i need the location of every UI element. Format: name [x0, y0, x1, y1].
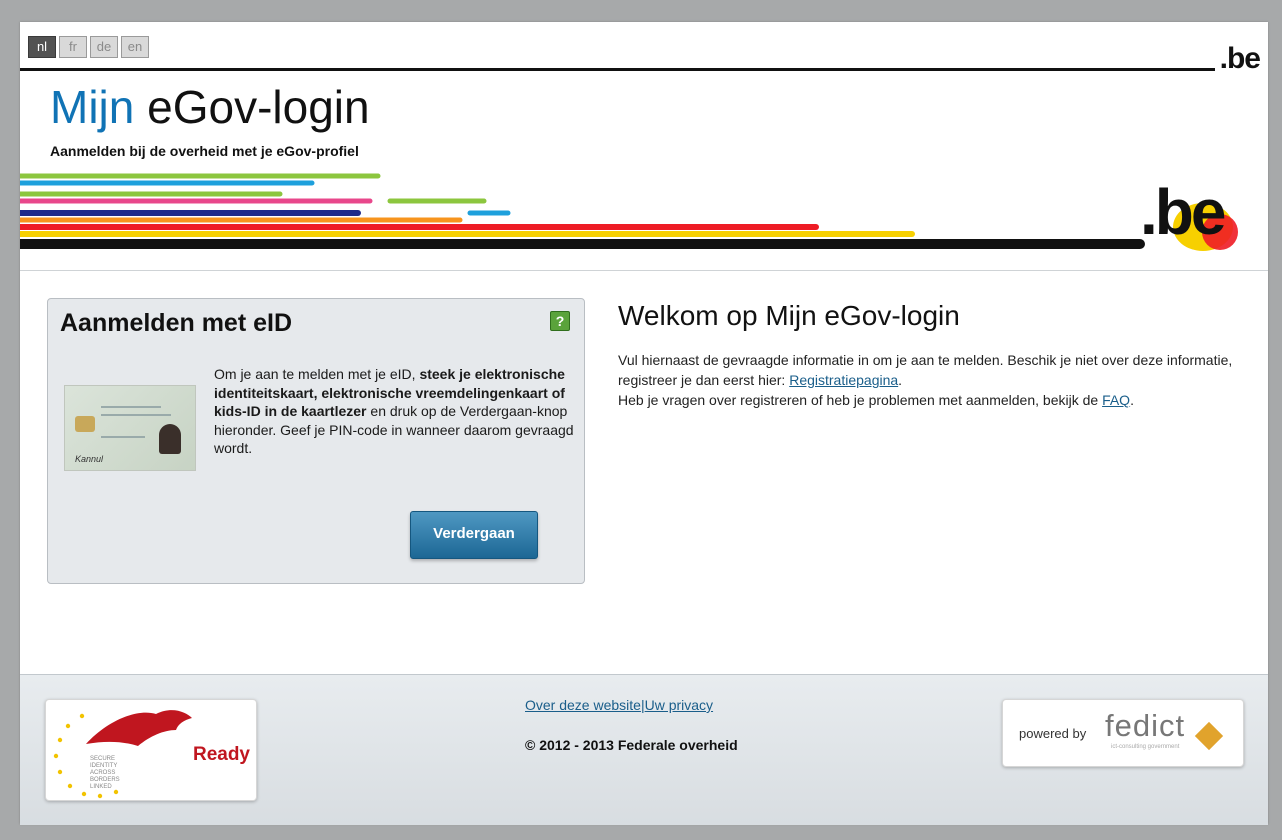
fedict-logo: powered by fedict ict-consulting governm… [1002, 699, 1244, 767]
powered-by-label: powered by [1019, 726, 1087, 741]
welcome-section: Welkom op Mijn eGov-login Vul hiernaast … [618, 300, 1246, 410]
eid-panel-title: Aanmelden met eID [60, 309, 293, 337]
continue-button[interactable]: Verdergaan [410, 511, 538, 559]
copyright: © 2012 - 2013 Federale overheid [525, 737, 738, 753]
about-website-link[interactable]: Over deze website [525, 697, 641, 713]
fedict-tagline: ict-consulting government [1111, 744, 1180, 750]
fedict-wordmark: fedict [1105, 708, 1186, 743]
card-photo [159, 424, 181, 454]
fedict-cube-icon [1194, 721, 1224, 751]
eagle-words: SECURE IDENTITY ACROSS BORDERS LINKED [90, 756, 120, 790]
footer-links: Over deze website|Uw privacy [525, 697, 713, 713]
privacy-link[interactable]: Uw privacy [645, 697, 713, 713]
welcome-text: Vul hiernaast de gevraagde informatie in… [618, 352, 1233, 408]
eid-card-image: Kannul [64, 385, 196, 471]
eid-login-panel: Aanmelden met eID ? Kannul Om je aan te … [47, 298, 585, 584]
welcome-title: Welkom op Mijn eGov-login [618, 300, 960, 331]
header-separator [20, 270, 1268, 271]
footer: SECURE IDENTITY ACROSS BORDERS LINKED Re… [20, 674, 1268, 825]
be-logo-big: .be [1140, 176, 1226, 248]
eid-ready-logo: SECURE IDENTITY ACROSS BORDERS LINKED Re… [45, 699, 257, 801]
card-signature: Kannul [75, 454, 104, 464]
page-container: nl fr de en .be Mijn eGov-login Aanmelde… [20, 22, 1268, 825]
ready-label: Ready [192, 744, 250, 765]
eid-instructions: Om je aan te melden met je eID, steek je… [214, 366, 574, 456]
header-color-stripes [20, 173, 1238, 251]
help-icon[interactable]: ? [550, 311, 570, 331]
card-chip [75, 416, 95, 432]
faq-link[interactable]: FAQ [1102, 392, 1130, 408]
registration-link[interactable]: Registratiepagina [789, 372, 898, 388]
